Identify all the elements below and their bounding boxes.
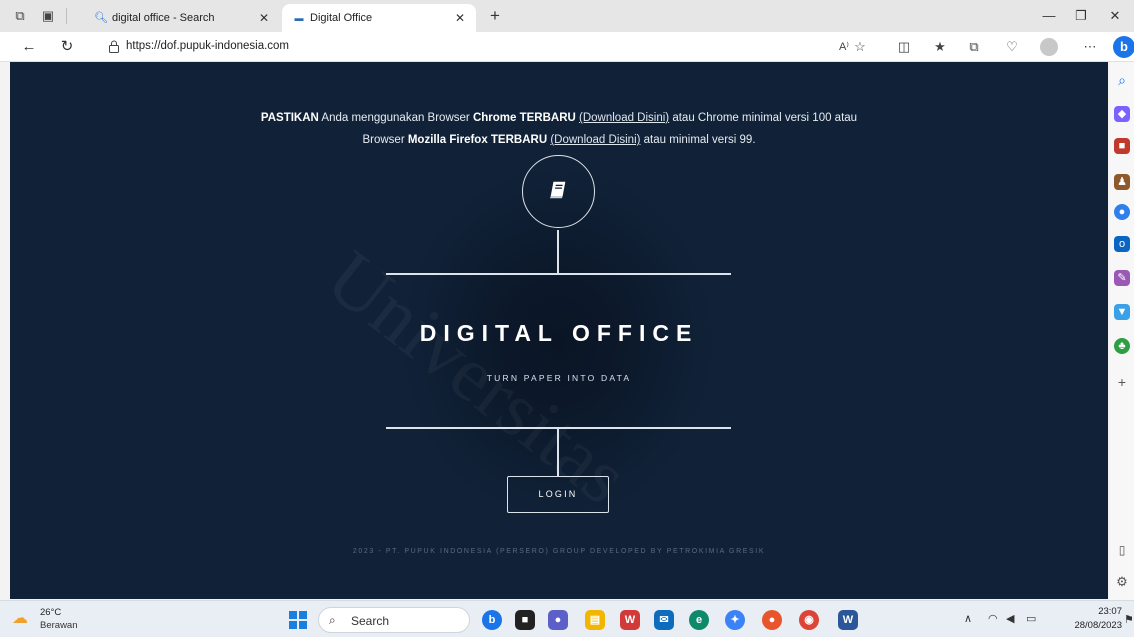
file-explorer-icon[interactable]: ▤ — [585, 610, 605, 630]
settings-gear-icon[interactable]: ⚙ — [1114, 574, 1130, 590]
tab-actions-icon[interactable]: ▣ — [40, 8, 56, 24]
back-button[interactable]: ← — [18, 37, 40, 57]
minimize-button[interactable]: — — [1034, 6, 1064, 26]
weather-cloud-icon[interactable]: ☁ — [12, 609, 34, 629]
site-favicon-icon: ▬ — [294, 13, 304, 23]
profile-avatar[interactable] — [1040, 38, 1058, 56]
outlook-icon[interactable]: o — [1114, 236, 1130, 252]
bing-app-icon[interactable]: b — [482, 610, 502, 630]
word-icon[interactable]: W — [838, 610, 858, 630]
search-icon: ⌕ — [329, 613, 336, 627]
clock-time[interactable]: 23:07 — [1074, 606, 1122, 617]
notice-emphasis: PASTIKAN — [260, 112, 319, 124]
close-window-button[interactable]: ✕ — [1100, 6, 1130, 26]
notice-text: Anda menggunakan Browser — [318, 112, 473, 124]
divider-line-bottom — [386, 427, 731, 429]
close-tab-icon[interactable]: ✕ — [452, 10, 468, 26]
chrome-icon[interactable]: ◉ — [799, 610, 819, 630]
wps-office-icon[interactable]: W — [620, 610, 640, 630]
url-input[interactable]: https://dof.pupuk-indonesia.com — [126, 40, 289, 52]
taskbar-search[interactable]: ⌕ Search — [318, 607, 470, 633]
download-firefox-link[interactable]: (Download Disini) — [550, 134, 640, 146]
connector-line — [557, 428, 559, 476]
restore-button[interactable]: ❐ — [1066, 6, 1096, 26]
battery-icon[interactable]: ▭ — [1026, 612, 1036, 626]
edge-browser-icon[interactable]: e — [689, 610, 709, 630]
browser-notice-line-1: PASTIKAN Anda menggunakan Browser Chrome… — [10, 112, 1108, 124]
tab-label: Digital Office — [310, 12, 373, 24]
login-button[interactable]: LOGIN — [507, 476, 609, 513]
connector-line — [557, 230, 559, 274]
hide-sidebar-icon[interactable]: ▯ — [1114, 542, 1130, 558]
clock-date[interactable]: 28/08/2023 — [1050, 620, 1122, 631]
favorites-icon[interactable]: ★ — [930, 38, 950, 56]
page-title: DIGITAL OFFICE — [419, 320, 699, 346]
page-footer: 2023 - PT. PUPUK INDONESIA (PERSERO) GRO… — [352, 548, 766, 555]
task-view-icon[interactable]: ■ — [515, 610, 535, 630]
divider-line-top — [386, 273, 731, 275]
tab-label: digital office - Search — [112, 12, 215, 24]
volume-icon[interactable]: ◀ — [1006, 612, 1014, 626]
add-icon[interactable]: + — [1114, 374, 1130, 390]
bing-chat-icon[interactable]: b — [1113, 36, 1134, 58]
download-chrome-link[interactable]: (Download Disini) — [579, 112, 669, 124]
tab-strip: ⧉ ▣ 🔍︎ digital office - Search ✕ ▬ Digit… — [0, 0, 1134, 32]
weather-condition[interactable]: Berawan — [40, 620, 78, 631]
windows-taskbar: ☁ 26°C Berawan ⌕ Search b ■ ● ▤ W ✉ e ✦ … — [0, 600, 1134, 637]
notice-browser-name: Mozilla Firefox TERBARU — [407, 134, 548, 146]
split-screen-icon[interactable]: ◫ — [894, 38, 914, 56]
more-options-icon[interactable]: ⋯ — [1080, 38, 1100, 56]
tree-icon[interactable]: ♣ — [1114, 338, 1130, 354]
search-icon: 🔍︎ — [94, 12, 108, 24]
start-button[interactable] — [289, 611, 307, 629]
tools-briefcase-icon[interactable]: ■ — [1114, 138, 1130, 154]
search-icon[interactable]: ⌕ — [1114, 72, 1130, 88]
tagline: TURN PAPER INTO DATA — [486, 373, 632, 383]
show-hidden-icons-icon[interactable]: ∧ — [964, 612, 972, 626]
copilot-icon[interactable]: ✦ — [725, 610, 745, 630]
wifi-icon[interactable]: ◠ — [988, 612, 998, 626]
firefox-icon[interactable]: ● — [762, 610, 782, 630]
notice-text: atau minimal versi 99. — [640, 134, 756, 146]
close-tab-icon[interactable]: ✕ — [256, 10, 272, 26]
refresh-button[interactable]: ↻ — [56, 37, 78, 57]
book-icon — [549, 181, 566, 199]
tab-search[interactable]: 🔍︎ digital office - Search ✕ — [84, 4, 280, 32]
browser-essentials-icon[interactable]: ♡ — [1002, 38, 1022, 56]
notice-text: atau Chrome minimal versi 100 atau — [669, 112, 858, 124]
favorite-star-icon[interactable]: ☆ — [850, 38, 870, 56]
logo-circle — [522, 155, 595, 228]
browser-notice-line-2: Browser Mozilla Firefox TERBARU (Downloa… — [10, 134, 1108, 146]
notifications-icon[interactable]: ⚑ — [1124, 613, 1134, 626]
workspaces-icon[interactable]: ⧉ — [12, 8, 28, 24]
tab-digital-office[interactable]: ▬ Digital Office ✕ — [282, 4, 476, 32]
notice-text: Browser — [362, 134, 408, 146]
mail-icon[interactable]: ✉ — [654, 610, 674, 630]
divider — [66, 8, 67, 24]
e-tree-icon[interactable]: ▼ — [1114, 304, 1130, 320]
drop-icon[interactable]: ✎ — [1114, 270, 1130, 286]
teams-chat-icon[interactable]: ● — [548, 610, 568, 630]
new-tab-button[interactable]: + — [484, 5, 506, 27]
search-label: Search — [351, 614, 390, 628]
lock-icon[interactable] — [108, 40, 120, 53]
microsoft-365-icon[interactable]: ● — [1114, 204, 1130, 220]
weather-temperature[interactable]: 26°C — [40, 607, 61, 618]
address-bar: ← ↻ https://dof.pupuk-indonesia.com A⁾ ☆… — [0, 32, 1134, 62]
notice-browser-name: Chrome TERBARU — [472, 112, 576, 124]
page-viewport: Universitas PASTIKAN Anda menggunakan Br… — [10, 62, 1108, 599]
shopping-tag-icon[interactable]: ◆ — [1114, 106, 1130, 122]
collections-icon[interactable]: ⧉ — [964, 38, 984, 56]
games-icon[interactable]: ♟ — [1114, 174, 1130, 190]
edge-sidebar: ⌕ ◆ ■ ♟ ● o ✎ ▼ ♣ + ▯ ⚙ — [1110, 62, 1134, 600]
